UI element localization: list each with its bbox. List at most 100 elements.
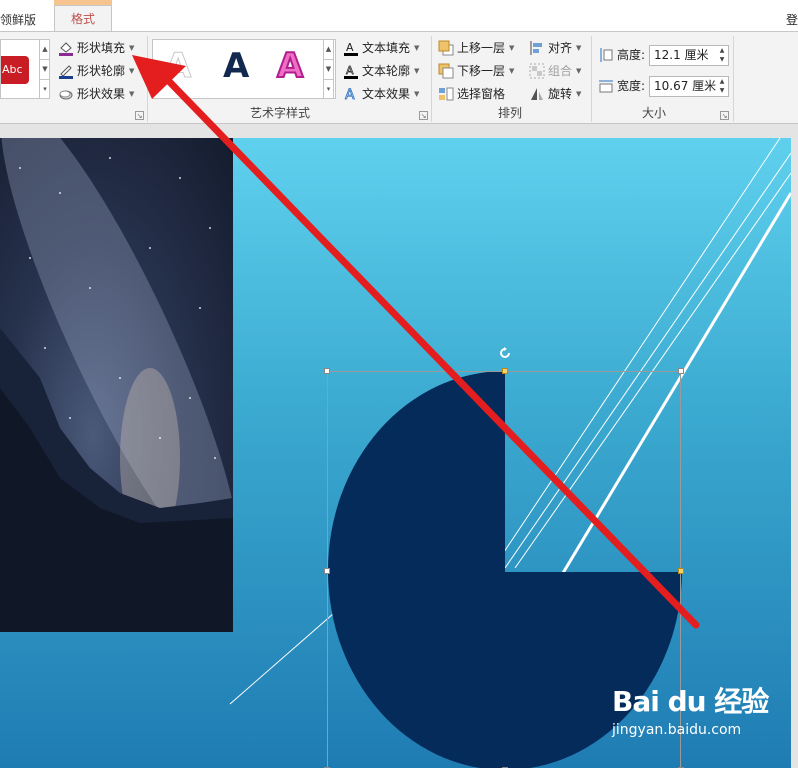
bring-forward-icon (438, 40, 454, 56)
text-outline-icon: A (343, 63, 359, 79)
width-row: 宽度: (598, 76, 645, 96)
spin-up-icon[interactable]: ▲ (716, 46, 728, 55)
bring-forward-button[interactable]: 上移一层 ▼ (438, 38, 514, 58)
shape-effects-icon (58, 86, 74, 102)
width-spinner[interactable]: ▲ ▼ (716, 77, 728, 96)
send-backward-button[interactable]: 下移一层 ▼ (438, 61, 514, 81)
spin-up-icon[interactable]: ▲ (716, 77, 728, 86)
chevron-down-icon: ▼ (129, 90, 135, 98)
chevron-down-icon: ▼ (576, 90, 582, 98)
tab-preview-edition[interactable]: 领鲜版 (0, 11, 36, 28)
shape-effects-button[interactable]: 形状效果 ▼ (58, 84, 134, 104)
rotate-button[interactable]: 旋转 ▼ (529, 84, 581, 104)
watermark-logo: Bai du 经验 (612, 685, 769, 718)
width-label: 宽度: (617, 79, 646, 93)
wordart-group-label: 艺术字样式 (250, 106, 311, 120)
send-backward-icon (438, 63, 454, 79)
wordart-sample-white[interactable]: A (164, 46, 191, 87)
wordart-sample-pink[interactable]: A (276, 45, 304, 87)
selection-pane-label: 选择窗格 (457, 87, 506, 101)
align-button[interactable]: 对齐 ▼ (529, 38, 581, 58)
wordart-gallery-scroll[interactable]: ▲ ▼ ▾ (323, 39, 334, 99)
width-input[interactable]: 10.67 厘米 ▲ ▼ (649, 76, 729, 97)
arrange-group-label: 排列 (498, 106, 523, 120)
login-link[interactable]: 登 (786, 11, 798, 28)
size-group-label: 大小 (642, 106, 667, 120)
shape-style-gallery[interactable]: Abc ▲ ▼ ▾ (0, 39, 50, 99)
ribbon-tab-bar: 领鲜版 格式 登 (0, 0, 798, 32)
height-label: 高度: (617, 48, 646, 62)
chevron-down-icon: ▼ (576, 44, 582, 52)
gallery-down-icon[interactable]: ▼ (40, 60, 50, 80)
spin-down-icon[interactable]: ▼ (716, 55, 728, 64)
gallery-down-icon[interactable]: ▼ (324, 60, 333, 80)
shape-styles-launcher-icon[interactable]: ↘ (135, 111, 144, 120)
group-objects-icon (529, 63, 545, 79)
height-input[interactable]: 12.1 厘米 ▲ ▼ (649, 45, 729, 66)
chevron-down-icon: ▼ (129, 44, 135, 52)
gallery-up-icon[interactable]: ▲ (40, 40, 50, 60)
chevron-down-icon: ▼ (509, 67, 515, 75)
rotate-icon (529, 86, 545, 102)
adjust-handle-top[interactable] (502, 368, 508, 374)
text-fill-button[interactable]: A 文本填充 ▼ (343, 38, 419, 58)
shape-style-gallery-scroll[interactable]: ▲ ▼ ▾ (39, 40, 50, 99)
resize-handle-top-left[interactable] (324, 368, 330, 374)
group-separator (591, 36, 592, 122)
svg-text:A: A (345, 87, 355, 102)
selection-pane-icon (438, 86, 454, 102)
shape-style-sample[interactable]: Abc (1, 56, 29, 84)
text-effects-button[interactable]: A 文本效果 ▼ (343, 84, 420, 104)
shape-outline-label: 形状轮廓 (77, 64, 126, 78)
rotate-label: 旋转 (548, 87, 573, 101)
resize-handle-top-right[interactable] (678, 368, 684, 374)
rotate-handle-icon[interactable] (498, 346, 512, 360)
shape-outline-button[interactable]: 形状轮廓 ▼ (58, 61, 134, 81)
text-outline-button[interactable]: A 文本轮廓 ▼ (343, 61, 419, 81)
height-spinner[interactable]: ▲ ▼ (716, 46, 728, 65)
size-launcher-icon[interactable]: ↘ (720, 111, 729, 120)
chevron-down-icon: ▼ (129, 67, 135, 75)
pie-shape[interactable] (0, 138, 791, 768)
tab-format[interactable]: 格式 (54, 5, 112, 32)
svg-text:A: A (346, 64, 354, 77)
height-value: 12.1 厘米 (654, 48, 709, 62)
chevron-down-icon: ▼ (414, 67, 420, 75)
slide-canvas[interactable] (0, 138, 791, 768)
text-fill-label: 文本填充 (362, 41, 411, 55)
svg-text:A: A (346, 41, 354, 54)
send-backward-label: 下移一层 (457, 64, 506, 78)
bring-forward-label: 上移一层 (457, 41, 506, 55)
chevron-down-icon: ▼ (414, 44, 420, 52)
gallery-more-icon[interactable]: ▾ (324, 80, 333, 99)
ribbon: Abc ▲ ▼ ▾ 形状填充 ▼ 形状轮廓 ▼ 形状效果 ▼ ↘ A A A ▲ (0, 31, 798, 124)
wordart-launcher-icon[interactable]: ↘ (419, 111, 428, 120)
shape-fill-label: 形状填充 (77, 41, 126, 55)
baidu-jingyan-watermark: Bai du 经验 jingyan.baidu.com (612, 680, 769, 738)
width-value: 10.67 厘米 (654, 79, 717, 93)
adjust-handle-right[interactable] (678, 568, 684, 574)
align-label: 对齐 (548, 41, 573, 55)
chevron-down-icon: ▼ (576, 67, 582, 75)
spin-down-icon[interactable]: ▼ (716, 86, 728, 95)
group-separator (147, 36, 148, 122)
gallery-more-icon[interactable]: ▾ (40, 80, 50, 99)
width-icon (598, 78, 614, 94)
shape-fill-button[interactable]: 形状填充 ▼ (58, 38, 134, 58)
group-objects-label: 组合 (548, 64, 573, 78)
group-separator (431, 36, 432, 122)
gallery-up-icon[interactable]: ▲ (324, 40, 333, 60)
height-row: 高度: (598, 45, 645, 65)
resize-handle-left[interactable] (324, 568, 330, 574)
selection-pane-button[interactable]: 选择窗格 (438, 84, 505, 104)
chevron-down-icon: ▼ (509, 44, 515, 52)
wordart-sample-navy[interactable]: A (223, 46, 249, 86)
pen-outline-icon (58, 63, 74, 79)
paint-bucket-icon (58, 40, 74, 56)
text-effects-label: 文本效果 (362, 87, 411, 101)
align-icon (529, 40, 545, 56)
wordart-gallery[interactable]: A A A (152, 39, 336, 99)
group-objects-button[interactable]: 组合 ▼ (529, 61, 581, 81)
watermark-url: jingyan.baidu.com (612, 722, 742, 738)
text-outline-label: 文本轮廓 (362, 64, 411, 78)
